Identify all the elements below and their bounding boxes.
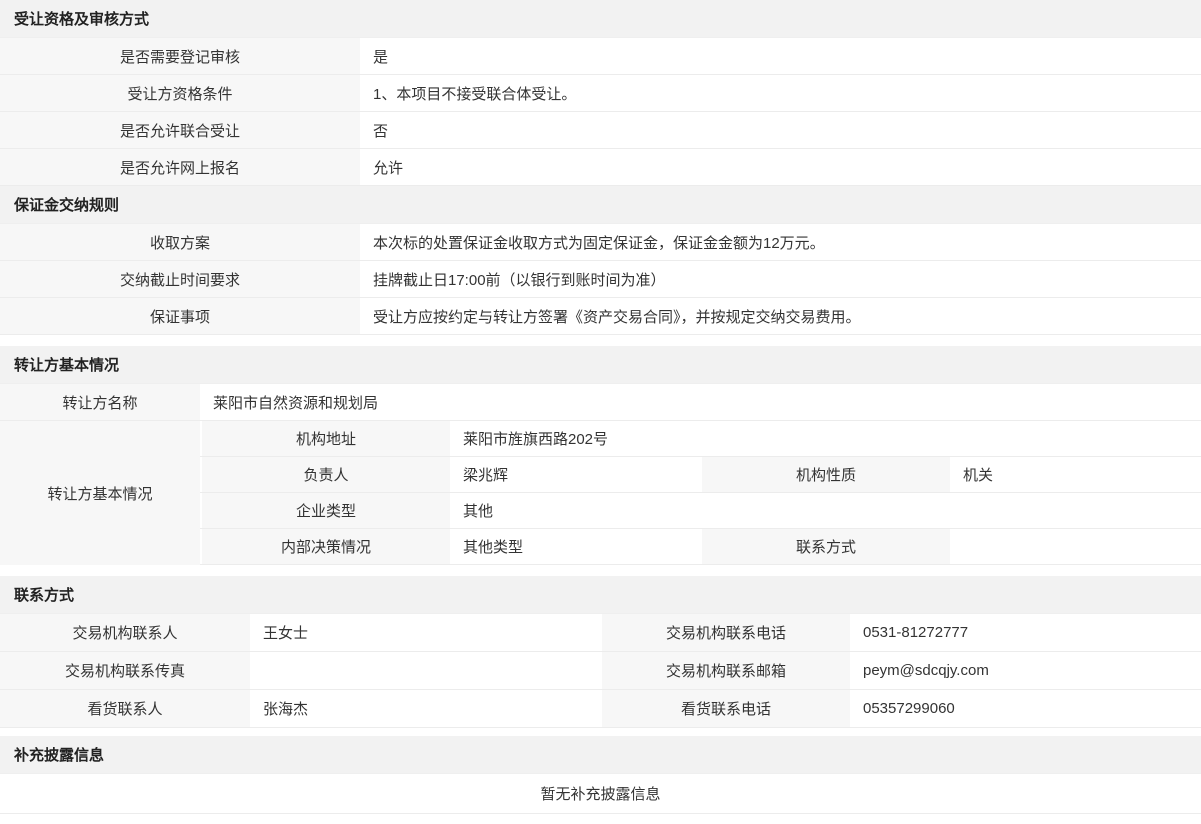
table-row: 内部决策情况 其他类型 联系方式 bbox=[200, 529, 1201, 565]
field-label: 是否允许网上报名 bbox=[0, 149, 360, 185]
field-label: 机构性质 bbox=[700, 457, 950, 492]
section-supplementary-disclosure: 补充披露信息 暂无补充披露信息 bbox=[0, 736, 1201, 814]
field-value: 莱阳市自然资源和规划局 bbox=[200, 384, 1201, 420]
asset-transfer-detail-page: 受让资格及审核方式 是否需要登记审核 是 受让方资格条件 1、本项目不接受联合体… bbox=[0, 0, 1201, 814]
field-value: 受让方应按约定与转让方签署《资产交易合同》，并按规定交纳交易费用。 bbox=[360, 298, 1201, 334]
section-title-deposit-rules: 保证金交纳规则 bbox=[0, 186, 1201, 224]
field-label: 交易机构联系电话 bbox=[600, 614, 850, 651]
section-contact: 联系方式 交易机构联系人 王女士 交易机构联系电话 0531-81272777 … bbox=[0, 576, 1201, 728]
field-value: 本次标的处置保证金收取方式为固定保证金，保证金金额为12万元。 bbox=[360, 224, 1201, 260]
section-transferee-qualification: 受让资格及审核方式 是否需要登记审核 是 受让方资格条件 1、本项目不接受联合体… bbox=[0, 0, 1201, 186]
field-label: 交纳截止时间要求 bbox=[0, 261, 360, 297]
field-value: 否 bbox=[360, 112, 1201, 148]
field-label: 企业类型 bbox=[200, 493, 450, 528]
field-label: 联系方式 bbox=[700, 529, 950, 564]
field-label: 保证事项 bbox=[0, 298, 360, 334]
transferor-detail-rows: 机构地址 莱阳市旌旗西路202号 负责人 梁兆辉 机构性质 机关 企业类型 其他… bbox=[200, 421, 1201, 565]
field-value: 梁兆辉 bbox=[450, 457, 700, 492]
field-label: 收取方案 bbox=[0, 224, 360, 260]
field-value: 05357299060 bbox=[850, 690, 1201, 727]
field-label: 看货联系电话 bbox=[600, 690, 850, 727]
field-label: 内部决策情况 bbox=[200, 529, 450, 564]
section-deposit-rules: 保证金交纳规则 收取方案 本次标的处置保证金收取方式为固定保证金，保证金金额为1… bbox=[0, 186, 1201, 335]
field-value: 张海杰 bbox=[250, 690, 600, 727]
field-label: 是否允许联合受让 bbox=[0, 112, 360, 148]
field-label: 交易机构联系人 bbox=[0, 614, 250, 651]
table-row: 交纳截止时间要求 挂牌截止日17:00前（以银行到账时间为准） bbox=[0, 261, 1201, 298]
supplementary-empty-row: 暂无补充披露信息 bbox=[0, 774, 1201, 814]
field-label: 受让方资格条件 bbox=[0, 75, 360, 111]
field-label: 转让方名称 bbox=[0, 384, 200, 420]
field-value: 1、本项目不接受联合体受让。 bbox=[360, 75, 1201, 111]
section-transferor-info: 转让方基本情况 转让方名称 莱阳市自然资源和规划局 转让方基本情况 机构地址 莱… bbox=[0, 346, 1201, 565]
table-row: 交易机构联系人 王女士 交易机构联系电话 0531-81272777 bbox=[0, 614, 1201, 652]
table-row: 企业类型 其他 bbox=[200, 493, 1201, 529]
table-row-transferor-name: 转让方名称 莱阳市自然资源和规划局 bbox=[0, 384, 1201, 421]
field-label: 交易机构联系邮箱 bbox=[600, 652, 850, 689]
field-label: 负责人 bbox=[200, 457, 450, 492]
field-label: 机构地址 bbox=[200, 421, 450, 456]
field-value: 莱阳市旌旗西路202号 bbox=[450, 421, 1201, 456]
table-row: 收取方案 本次标的处置保证金收取方式为固定保证金，保证金金额为12万元。 bbox=[0, 224, 1201, 261]
transferor-detail-block: 转让方基本情况 机构地址 莱阳市旌旗西路202号 负责人 梁兆辉 机构性质 机关… bbox=[0, 421, 1201, 565]
field-value: 允许 bbox=[360, 149, 1201, 185]
field-value-empty bbox=[250, 652, 600, 689]
table-row: 是否允许网上报名 允许 bbox=[0, 149, 1201, 186]
field-value: 王女士 bbox=[250, 614, 600, 651]
field-label: 是否需要登记审核 bbox=[0, 38, 360, 74]
table-row: 是否允许联合受让 否 bbox=[0, 112, 1201, 149]
field-value: 其他 bbox=[450, 493, 1201, 528]
section-title-transferee-qualification: 受让资格及审核方式 bbox=[0, 0, 1201, 38]
rowspan-label: 转让方基本情况 bbox=[0, 421, 200, 565]
table-row: 负责人 梁兆辉 机构性质 机关 bbox=[200, 457, 1201, 493]
supplementary-empty-text: 暂无补充披露信息 bbox=[540, 783, 660, 804]
table-row: 受让方资格条件 1、本项目不接受联合体受让。 bbox=[0, 75, 1201, 112]
field-value: 0531-81272777 bbox=[850, 614, 1201, 651]
field-label: 交易机构联系传真 bbox=[0, 652, 250, 689]
field-value: 其他类型 bbox=[450, 529, 700, 564]
section-title-transferor-info: 转让方基本情况 bbox=[0, 346, 1201, 384]
table-row: 保证事项 受让方应按约定与转让方签署《资产交易合同》，并按规定交纳交易费用。 bbox=[0, 298, 1201, 335]
field-value: 是 bbox=[360, 38, 1201, 74]
field-label: 看货联系人 bbox=[0, 690, 250, 727]
table-row: 是否需要登记审核 是 bbox=[0, 38, 1201, 75]
field-value-empty bbox=[950, 529, 1201, 564]
section-title-contact: 联系方式 bbox=[0, 576, 1201, 614]
table-row: 交易机构联系传真 交易机构联系邮箱 peym@sdcqjy.com bbox=[0, 652, 1201, 690]
table-row: 看货联系人 张海杰 看货联系电话 05357299060 bbox=[0, 690, 1201, 728]
field-value: 挂牌截止日17:00前（以银行到账时间为准） bbox=[360, 261, 1201, 297]
field-value: 机关 bbox=[950, 457, 1201, 492]
section-title-supplementary: 补充披露信息 bbox=[0, 736, 1201, 774]
table-row: 机构地址 莱阳市旌旗西路202号 bbox=[200, 421, 1201, 457]
field-value: peym@sdcqjy.com bbox=[850, 652, 1201, 689]
